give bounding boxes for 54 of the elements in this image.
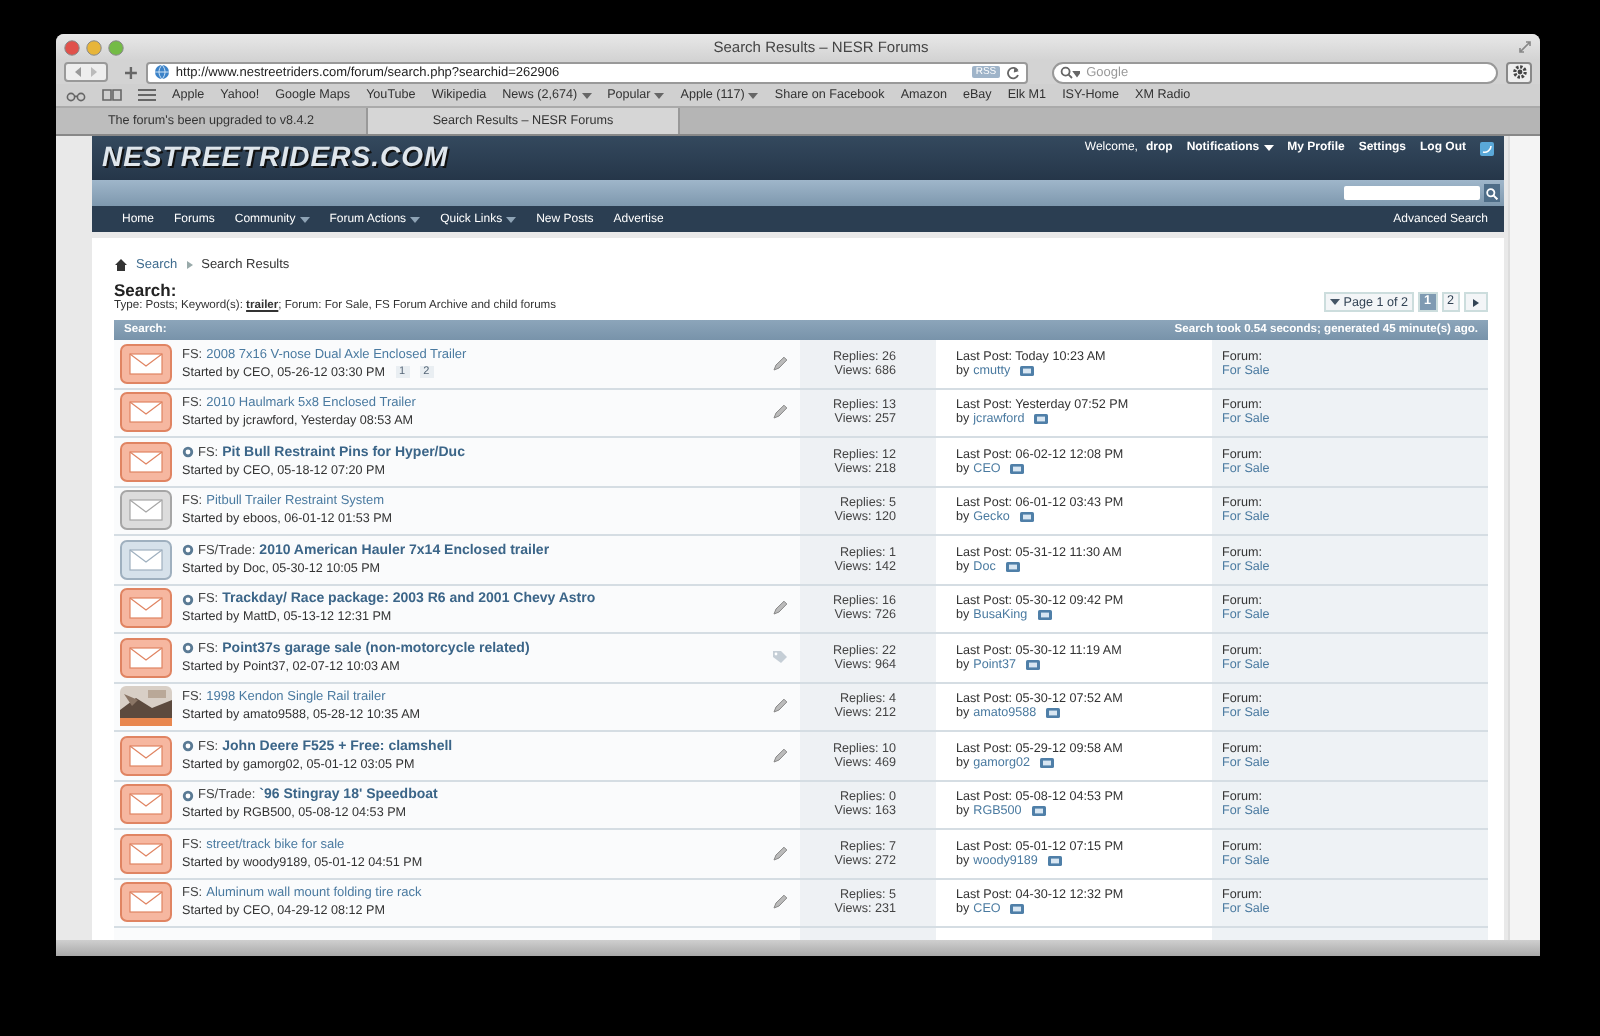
settings-button[interactable] xyxy=(1506,61,1532,83)
settings-icon xyxy=(1511,64,1528,80)
zoom-icon[interactable] xyxy=(108,39,124,55)
minimize-icon[interactable] xyxy=(86,39,102,55)
back-icon xyxy=(72,66,84,78)
site-logo[interactable]: NESTREETRIDERS.COM xyxy=(92,136,449,180)
pencil-icon xyxy=(772,355,788,372)
go-to-post-icon[interactable] xyxy=(1037,610,1052,621)
go-to-post-icon[interactable] xyxy=(1005,561,1020,572)
globe-icon xyxy=(153,64,170,80)
pencil-icon xyxy=(772,600,788,617)
next-page-button[interactable] xyxy=(1464,292,1489,312)
book-icon[interactable] xyxy=(102,88,122,102)
unread-dot-icon[interactable] xyxy=(182,446,194,459)
go-to-post-icon[interactable] xyxy=(1046,708,1061,719)
search-icon xyxy=(1060,65,1081,79)
go-to-post-icon[interactable] xyxy=(1031,806,1046,817)
add-icon[interactable] xyxy=(124,65,138,79)
search-heading: Search: xyxy=(114,280,179,300)
unread-dot-icon[interactable] xyxy=(182,544,194,557)
unread-dot-icon[interactable] xyxy=(182,593,194,606)
pencil-icon xyxy=(772,747,788,764)
scrollbar[interactable] xyxy=(1508,136,1540,940)
home-icon xyxy=(114,258,128,272)
go-to-post-icon[interactable] xyxy=(1040,757,1055,768)
go-to-post-icon[interactable] xyxy=(1010,463,1025,474)
search-icon xyxy=(1486,187,1499,199)
pencil-icon xyxy=(772,894,788,911)
go-to-post-icon[interactable] xyxy=(1047,855,1062,866)
grid-icon[interactable] xyxy=(138,88,156,102)
search-field[interactable] xyxy=(1344,186,1481,200)
pencil-icon xyxy=(772,845,788,862)
go-to-post-icon[interactable] xyxy=(1034,414,1049,425)
forward-icon xyxy=(88,66,100,78)
fullscreen-icon[interactable] xyxy=(1518,40,1532,54)
unread-dot-icon[interactable] xyxy=(182,789,194,802)
tag-icon xyxy=(772,650,788,665)
go-to-post-icon[interactable] xyxy=(1020,365,1035,376)
close-icon[interactable] xyxy=(64,39,80,55)
unread-dot-icon[interactable] xyxy=(182,740,194,753)
social-icon[interactable] xyxy=(1480,142,1495,156)
reload-icon xyxy=(1006,65,1021,79)
pencil-icon xyxy=(772,404,788,421)
breadcrumb-arrow-icon xyxy=(185,260,194,270)
caret-icon xyxy=(1329,298,1340,306)
go-to-post-icon[interactable] xyxy=(1026,659,1041,670)
go-to-post-icon[interactable] xyxy=(1010,904,1025,915)
pencil-icon xyxy=(772,698,788,715)
search-button[interactable] xyxy=(1484,184,1501,202)
arrow-icon xyxy=(1472,297,1481,307)
reading-list-icon[interactable] xyxy=(66,89,86,101)
go-to-post-icon[interactable] xyxy=(1019,512,1034,523)
unread-dot-icon[interactable] xyxy=(182,642,194,655)
back-forward-button[interactable] xyxy=(64,62,108,82)
